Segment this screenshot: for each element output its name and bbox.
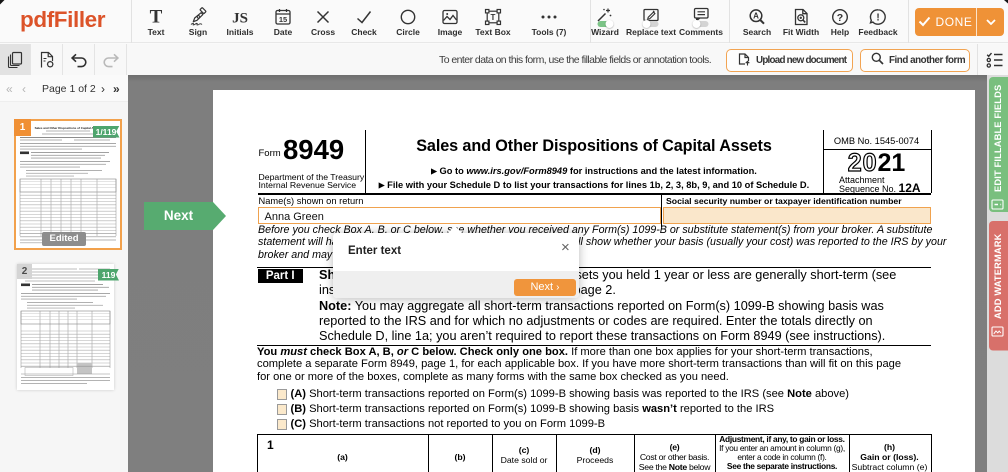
- svg-text:Sales and Other Dispositions o: Sales and Other Dispositions of Capital …: [35, 126, 102, 130]
- svg-text:JS: JS: [232, 11, 248, 27]
- svg-text:!: !: [876, 13, 879, 24]
- svg-text:T: T: [491, 13, 496, 22]
- svg-text:ADD WATERMARK: ADD WATERMARK: [993, 233, 1003, 319]
- svg-text:?: ?: [837, 12, 843, 24]
- svg-text:15: 15: [279, 15, 287, 24]
- svg-text:A: A: [753, 12, 759, 21]
- svg-text:T: T: [150, 7, 163, 27]
- svg-text:EDIT FILLABLE FIELDS: EDIT FILLABLE FIELDS: [993, 85, 1003, 192]
